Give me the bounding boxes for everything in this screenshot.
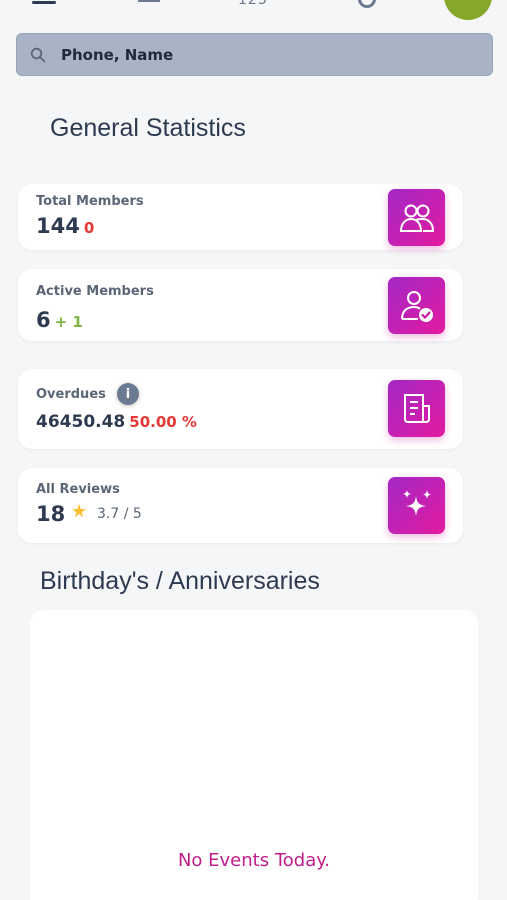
events-panel: No Events Today. bbox=[30, 610, 478, 900]
star-icon: ★ bbox=[71, 501, 88, 522]
avatar[interactable] bbox=[444, 0, 492, 20]
reviews-rating: 3.7 / 5 bbox=[97, 506, 142, 522]
total-members-count: 144 bbox=[36, 214, 80, 238]
sparkles-icon bbox=[388, 477, 445, 534]
list-icon[interactable] bbox=[138, 0, 178, 6]
total-members-delta: 0 bbox=[83, 219, 95, 237]
gear-icon[interactable] bbox=[358, 0, 376, 8]
overdues-value: 46450.48 50.00 % bbox=[36, 412, 197, 432]
active-members-delta: + 1 bbox=[54, 313, 83, 331]
dashboard-page: 123 General Statistics Total Members 144… bbox=[0, 0, 507, 900]
reviews-card[interactable]: All Reviews 18 ★ 3.7 / 5 bbox=[18, 468, 463, 543]
overdues-percent: 50.00 % bbox=[129, 413, 197, 431]
total-members-value: 144 0 bbox=[36, 214, 94, 238]
active-members-label: Active Members bbox=[36, 284, 154, 299]
total-members-label: Total Members bbox=[36, 194, 144, 209]
search-icon bbox=[30, 47, 46, 63]
info-icon[interactable]: i bbox=[117, 383, 139, 405]
total-members-card[interactable]: Total Members 144 0 bbox=[18, 184, 463, 250]
numbers-icon[interactable]: 123 bbox=[238, 0, 268, 8]
receipt-icon bbox=[388, 380, 445, 437]
user-check-icon bbox=[388, 277, 445, 334]
active-members-value: 6 + 1 bbox=[36, 308, 83, 332]
users-icon bbox=[388, 189, 445, 246]
no-events-message: No Events Today. bbox=[177, 850, 331, 871]
overdues-card[interactable]: Overdues i 46450.48 50.00 % bbox=[18, 369, 463, 449]
birthdays-title: Birthday's / Anniversaries bbox=[40, 567, 320, 595]
top-nav: 123 bbox=[0, 0, 507, 24]
search-input[interactable] bbox=[61, 40, 481, 70]
active-members-count: 6 bbox=[36, 308, 51, 332]
hamburger-icon[interactable] bbox=[32, 0, 56, 4]
general-statistics-title: General Statistics bbox=[50, 114, 246, 142]
reviews-label: All Reviews bbox=[36, 482, 120, 497]
reviews-count: 18 bbox=[36, 502, 66, 526]
overdues-amount: 46450.48 bbox=[36, 412, 126, 432]
search-bar bbox=[16, 33, 493, 76]
active-members-card[interactable]: Active Members 6 + 1 bbox=[18, 269, 463, 341]
overdues-label: Overdues bbox=[36, 387, 106, 402]
